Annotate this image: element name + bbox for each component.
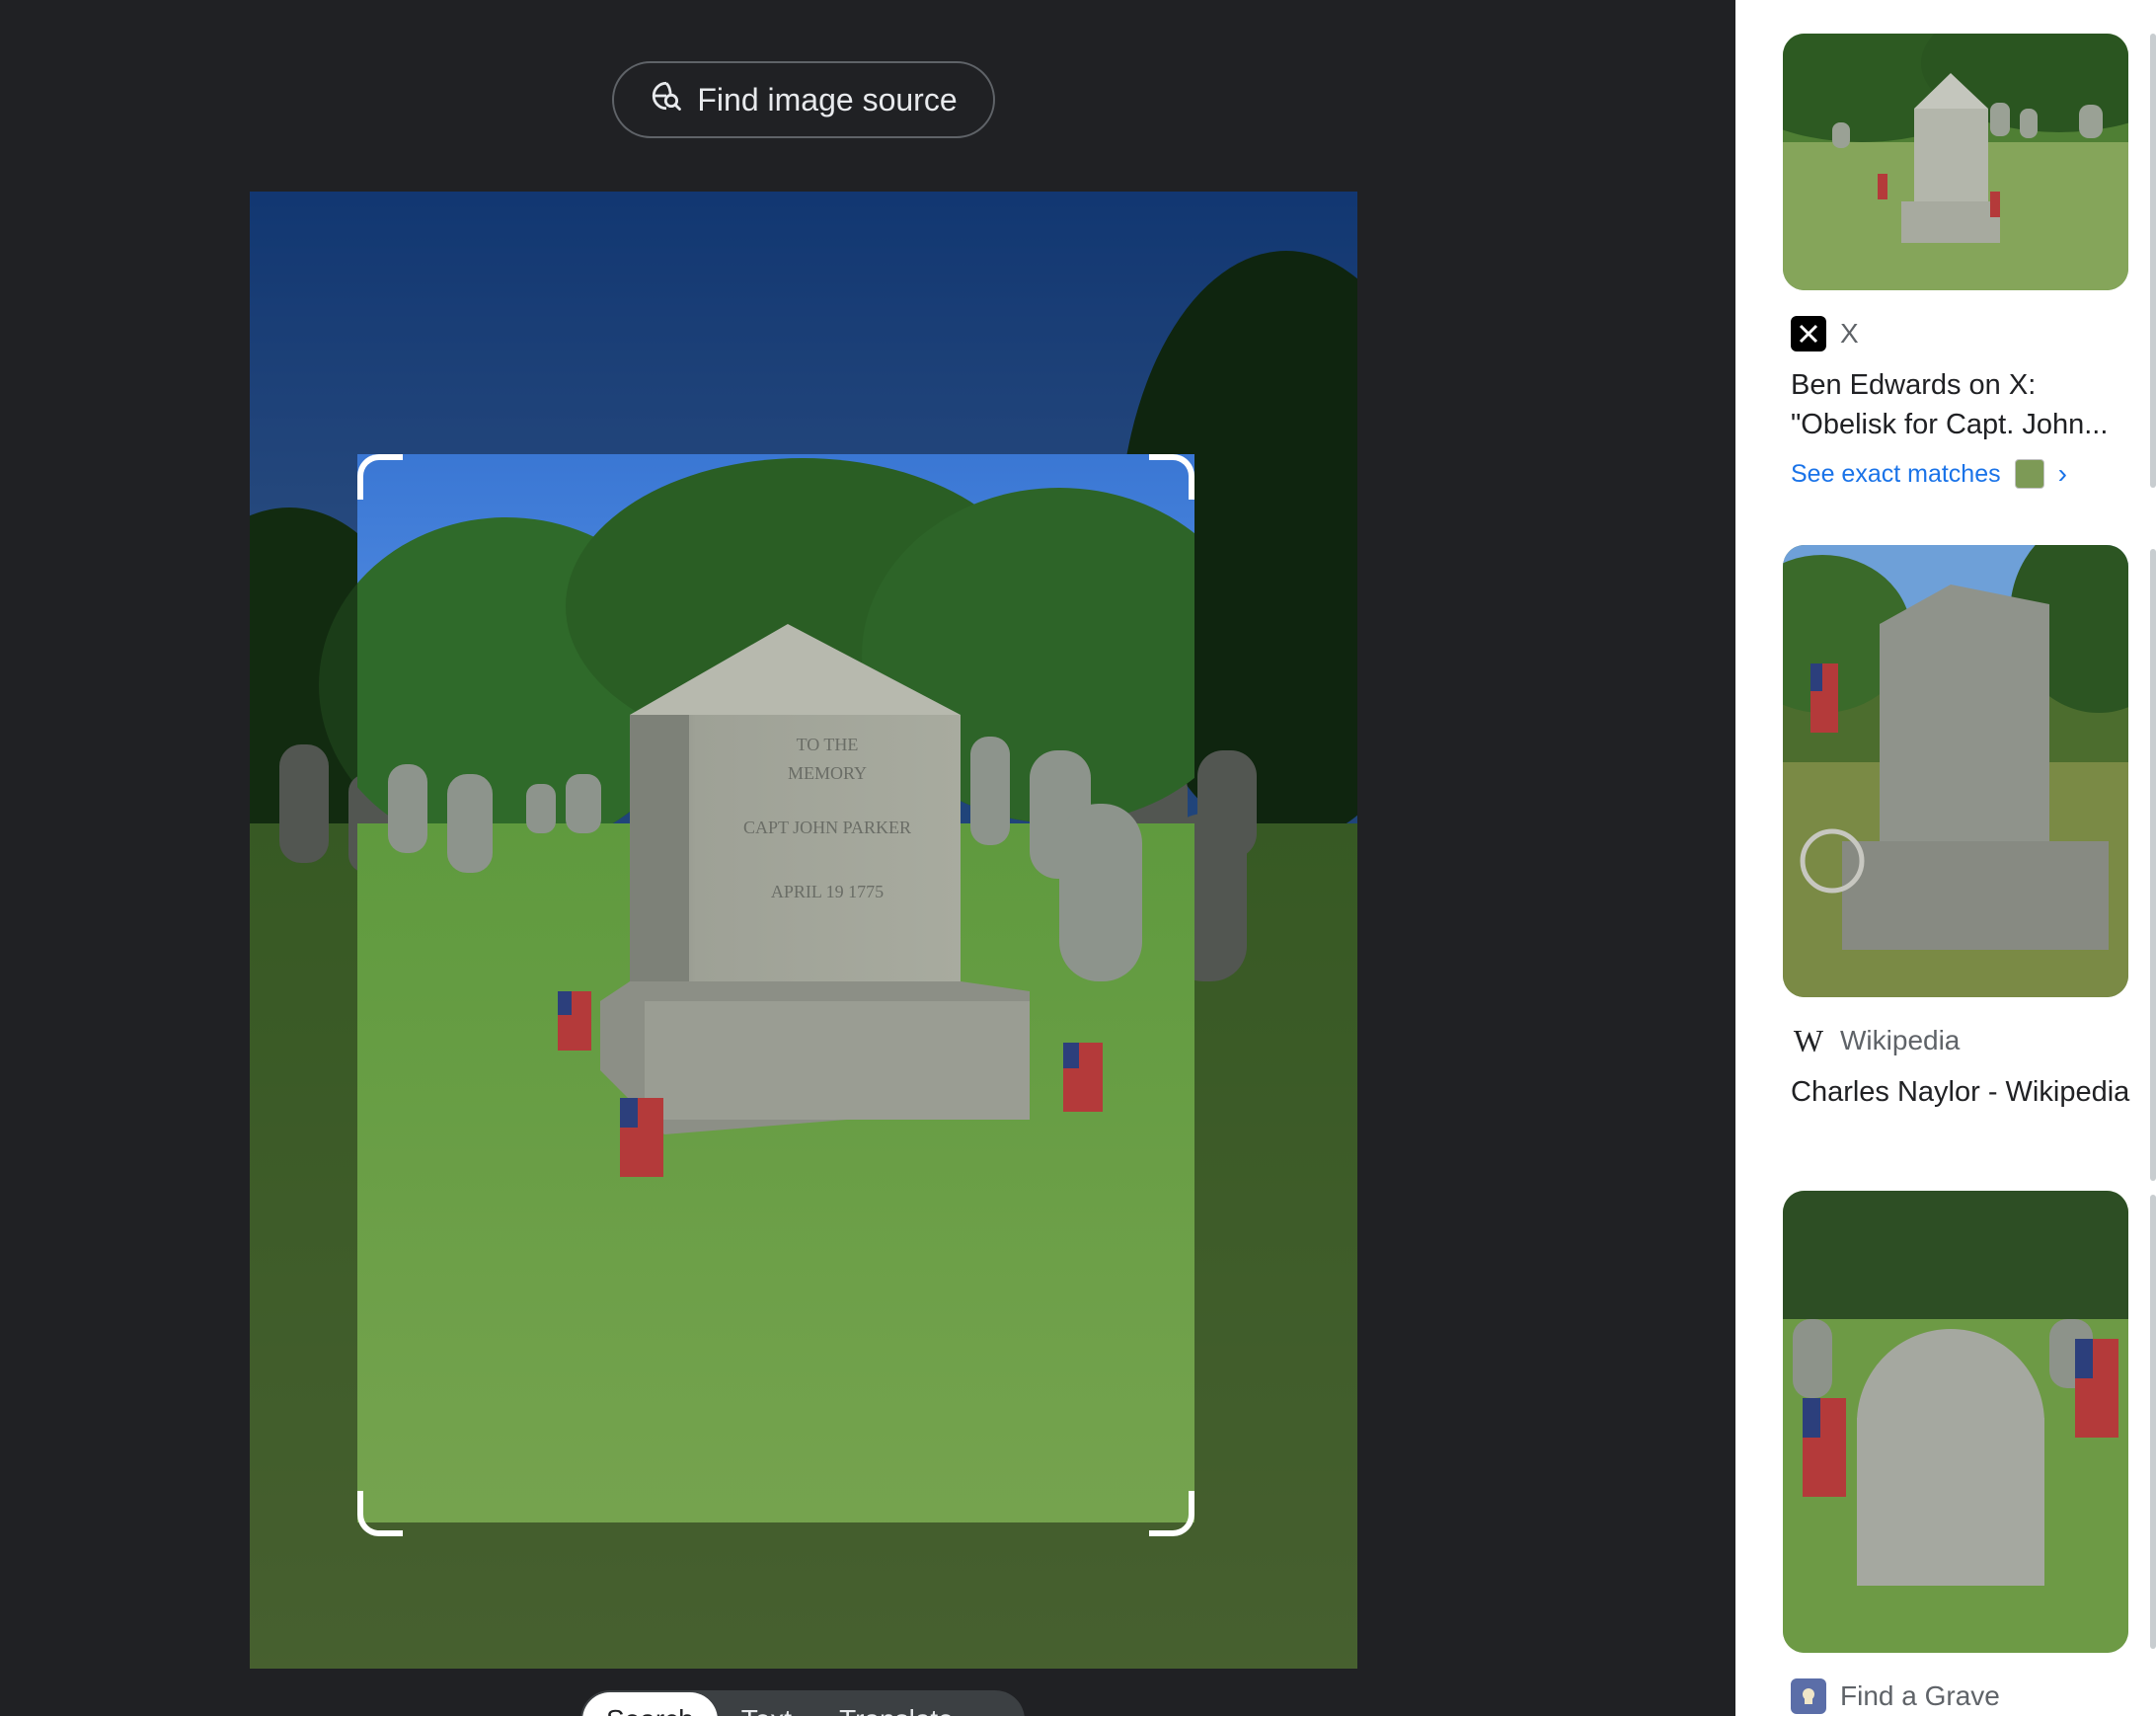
see-exact-matches-label: See exact matches xyxy=(1791,459,2001,488)
result-thumbnail[interactable] xyxy=(1783,34,2128,290)
visual-matches-panel: X Ben Edwards on X: "Obelisk for Capt. J… xyxy=(1735,0,2156,1716)
crop-selection[interactable] xyxy=(357,454,1194,1536)
result-source: Find a Grave xyxy=(1840,1680,2000,1711)
next-column-edge xyxy=(2150,549,2156,1181)
wikipedia-icon: W xyxy=(1793,1022,1824,1058)
see-exact-matches-link[interactable]: See exact matches › xyxy=(1791,454,2132,494)
crop-handle-bottom-right[interactable] xyxy=(1149,1491,1194,1536)
image-preview-pane: Find image source TO THE MEMORY CAPT JOH… xyxy=(0,0,1735,1716)
chevron-right-icon: › xyxy=(2057,458,2067,489)
exact-match-thumbnail xyxy=(2014,459,2044,489)
next-column-edge xyxy=(2150,34,2156,488)
result-source: X xyxy=(1840,318,1859,349)
result-thumbnail[interactable] xyxy=(1783,545,2128,997)
crop-handle-top-right[interactable] xyxy=(1149,454,1194,500)
result-card[interactable]: W Wikipedia Charles Naylor - Wikipedia xyxy=(1783,545,2132,1112)
tab-translate[interactable]: Translate xyxy=(815,1692,977,1716)
result-title[interactable]: Ben Edwards on X: "Obelisk for Capt. Joh… xyxy=(1791,365,2130,444)
mode-tabs: Search Text Translate xyxy=(580,1690,1025,1716)
tab-search[interactable]: Search xyxy=(582,1692,718,1716)
result-card[interactable]: X Ben Edwards on X: "Obelisk for Capt. J… xyxy=(1783,34,2132,494)
next-column-edge xyxy=(2150,1195,2156,1649)
result-card[interactable]: Find a Grave xyxy=(1783,1191,2132,1716)
crop-handle-bottom-left[interactable] xyxy=(357,1491,403,1536)
find-image-source-button[interactable]: Find image source xyxy=(612,61,995,138)
tab-text[interactable]: Text xyxy=(718,1692,815,1716)
crop-handle-top-left[interactable] xyxy=(357,454,403,500)
find-image-source-label: Find image source xyxy=(697,81,958,117)
find-a-grave-icon xyxy=(1791,1678,1826,1714)
result-thumbnail[interactable] xyxy=(1783,1191,2128,1653)
result-title[interactable]: Charles Naylor - Wikipedia xyxy=(1791,1072,2130,1112)
result-source: Wikipedia xyxy=(1840,1025,1961,1055)
lens-search-icon xyxy=(650,79,683,120)
x-logo-icon xyxy=(1791,316,1826,351)
